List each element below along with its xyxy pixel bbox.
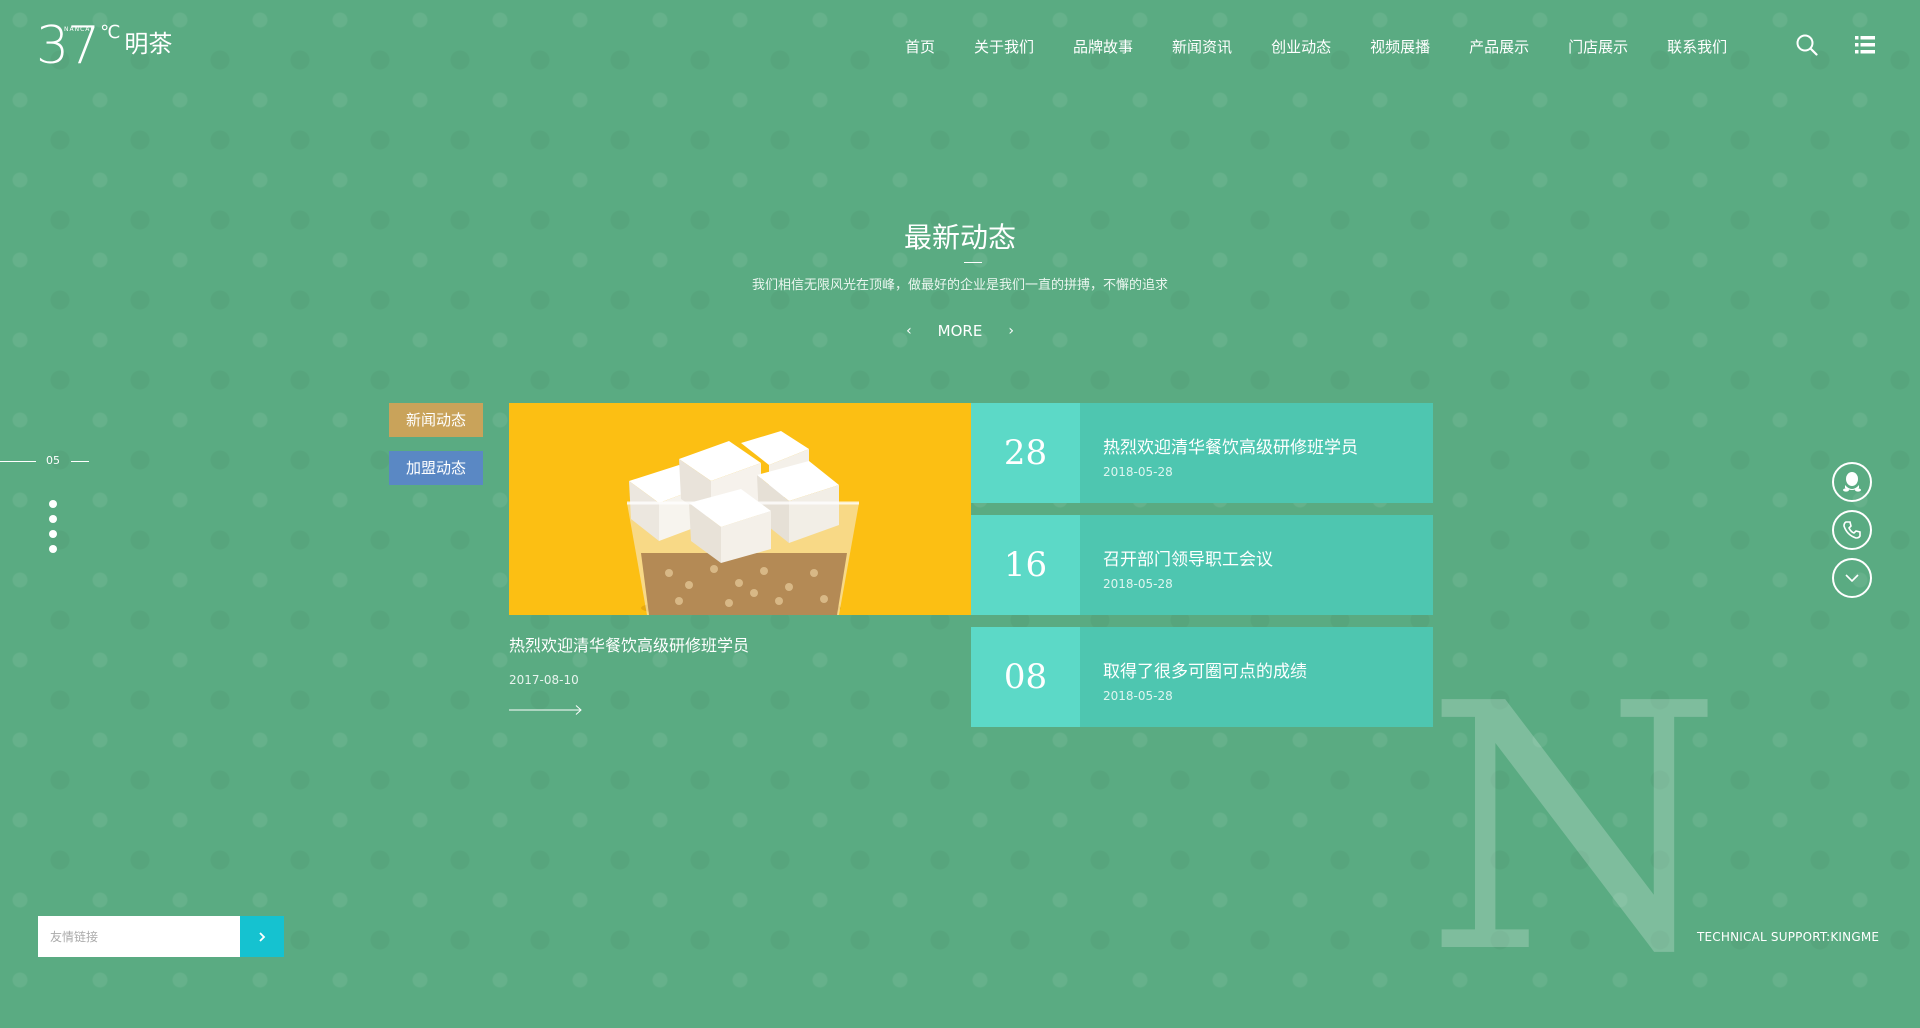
news-item[interactable]: 08 取得了很多可圈可点的成绩 2018-05-28: [971, 627, 1433, 727]
friend-link-go-button[interactable]: [240, 916, 284, 957]
nav-products[interactable]: 产品展示: [1469, 36, 1529, 57]
news-day: 16: [971, 515, 1080, 615]
logo-brand: 明茶: [124, 30, 173, 58]
nav-about[interactable]: 关于我们: [974, 36, 1034, 57]
nav-stores[interactable]: 门店展示: [1568, 36, 1628, 57]
phone-icon: [1843, 521, 1861, 539]
menu-list-icon[interactable]: [1855, 36, 1875, 54]
featured-image[interactable]: [509, 403, 971, 615]
scroll-down-button[interactable]: [1832, 558, 1872, 598]
featured-title[interactable]: 热烈欢迎清华餐饮高级研修班学员: [509, 632, 749, 656]
news-date: 2018-05-28: [1103, 465, 1173, 479]
main-nav: 首页 关于我们 品牌故事 新闻资讯 创业动态 视频展播 产品展示 门店展示 联系…: [905, 36, 1727, 57]
news-title: 热烈欢迎清华餐饮高级研修班学员: [1103, 438, 1358, 458]
nav-home[interactable]: 首页: [905, 36, 935, 57]
chevron-right-icon[interactable]: ›: [1008, 323, 1014, 339]
pager-dot[interactable]: [49, 545, 57, 553]
pager-line: [71, 461, 89, 462]
qq-button[interactable]: [1832, 462, 1872, 502]
chevron-right-icon: [259, 931, 266, 942]
pager-line: [0, 461, 36, 462]
logo[interactable]: 37 NANCAI ℃ 明茶: [36, 20, 172, 72]
arrow-right-icon[interactable]: [509, 704, 583, 716]
pager-dot[interactable]: [49, 530, 57, 538]
friend-link-input[interactable]: [38, 916, 240, 957]
news-date: 2018-05-28: [1103, 689, 1173, 703]
section-subtitle: 我们相信无限风光在顶峰，做最好的企业是我们一直的拼搏，不懈的追求: [751, 278, 1168, 293]
featured-date: 2017-08-10: [509, 673, 579, 687]
news-title: 召开部门领导职工会议: [1103, 550, 1273, 570]
nav-business[interactable]: 创业动态: [1271, 36, 1331, 57]
phone-button[interactable]: [1832, 510, 1872, 550]
chevron-left-icon[interactable]: ‹: [906, 323, 912, 339]
news-item[interactable]: 16 召开部门领导职工会议 2018-05-28: [971, 515, 1433, 615]
news-day: 08: [971, 627, 1080, 727]
decorative-letter: N: [1425, 632, 1723, 1028]
pager-dot[interactable]: [49, 515, 57, 523]
logo-superscript: NANCAI: [64, 26, 94, 33]
title-divider: [964, 262, 982, 263]
tab-franchise[interactable]: 加盟动态: [389, 451, 483, 485]
logo-degree: ℃: [100, 22, 121, 43]
chevron-down-icon: [1845, 574, 1859, 583]
pager-current: 05: [46, 454, 60, 467]
news-item[interactable]: 28 热烈欢迎清华餐饮高级研修班学员 2018-05-28: [971, 403, 1433, 503]
pager-dot[interactable]: [49, 500, 57, 508]
more-link[interactable]: MORE: [938, 322, 983, 340]
nav-video[interactable]: 视频展播: [1370, 36, 1430, 57]
nav-contact[interactable]: 联系我们: [1667, 36, 1727, 57]
tab-news[interactable]: 新闻动态: [389, 403, 483, 437]
technical-support: TECHNICAL SUPPORT:KINGME: [1697, 930, 1880, 944]
search-icon[interactable]: [1796, 34, 1818, 56]
nav-news[interactable]: 新闻资讯: [1172, 36, 1232, 57]
news-day: 28: [971, 403, 1080, 503]
tofu-cup-illustration: [509, 403, 971, 615]
nav-brand-story[interactable]: 品牌故事: [1073, 36, 1133, 57]
qq-icon: [1843, 472, 1861, 492]
more-control: ‹ MORE ›: [0, 322, 1920, 340]
section-title: 最新动态: [903, 221, 1016, 254]
news-title: 取得了很多可圈可点的成绩: [1103, 662, 1307, 682]
news-date: 2018-05-28: [1103, 577, 1173, 591]
